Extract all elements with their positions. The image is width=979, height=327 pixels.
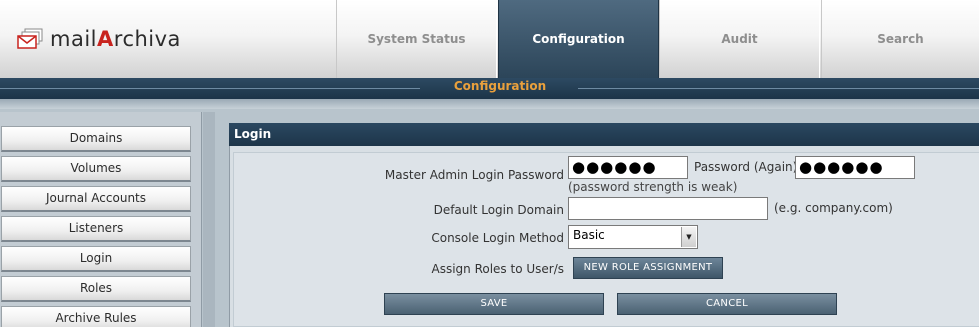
divider (578, 88, 979, 89)
header-shadow (0, 99, 979, 109)
console-method-select[interactable]: Basic ▼ (568, 225, 698, 249)
master-password-field[interactable]: ●●●●●● (568, 156, 688, 179)
sidebar-item-archive-rules[interactable]: Archive Rules (1, 306, 191, 327)
chevron-down-icon[interactable]: ▼ (681, 227, 696, 247)
master-password-label: Master Admin Login Password (384, 168, 564, 182)
password-again-label: Password (Again) (694, 160, 798, 174)
divider (0, 88, 420, 89)
logo-text: mailArchiva (50, 27, 181, 51)
tab-configuration[interactable]: Configuration (498, 0, 659, 78)
sidebar-item-volumes[interactable]: Volumes (1, 156, 191, 182)
sidebar-gutter (203, 112, 215, 327)
default-domain-field[interactable] (568, 197, 768, 220)
console-method-label: Console Login Method (431, 231, 564, 245)
default-domain-label: Default Login Domain (433, 203, 564, 217)
sidebar-item-roles[interactable]: Roles (1, 276, 191, 302)
section-title: Configuration (453, 79, 547, 93)
tab-search[interactable]: Search (821, 0, 979, 78)
sidebar-item-listeners[interactable]: Listeners (1, 216, 191, 242)
default-domain-hint: (e.g. company.com) (774, 201, 893, 215)
sidebar-item-domains[interactable]: Domains (1, 126, 191, 152)
sidebar-item-login[interactable]: Login (1, 246, 191, 272)
sidebar-item-journal-accounts[interactable]: Journal Accounts (1, 186, 191, 212)
config-sidebar: Domains Volumes Journal Accounts Listene… (0, 112, 202, 327)
mailarchiva-logo[interactable]: mailArchiva (16, 25, 181, 53)
assign-roles-label: Assign Roles to User/s (431, 262, 564, 276)
password-again-field[interactable]: ●●●●●● (795, 156, 915, 179)
tab-audit[interactable]: Audit (659, 0, 820, 78)
tab-system-status[interactable]: System Status (336, 0, 497, 78)
section-header-bar: Configuration (0, 78, 979, 99)
login-panel-title: Login (229, 123, 979, 146)
password-strength-note: (password strength is weak) (568, 180, 738, 194)
save-button[interactable]: SAVE (384, 293, 604, 315)
new-role-assignment-button[interactable]: NEW ROLE ASSIGNMENT (573, 257, 723, 279)
cancel-button[interactable]: CANCEL (617, 293, 837, 315)
envelope-stack-icon (16, 28, 46, 50)
console-method-value: Basic (573, 228, 605, 242)
app-header: mailArchiva System Status Configuration … (0, 0, 979, 78)
